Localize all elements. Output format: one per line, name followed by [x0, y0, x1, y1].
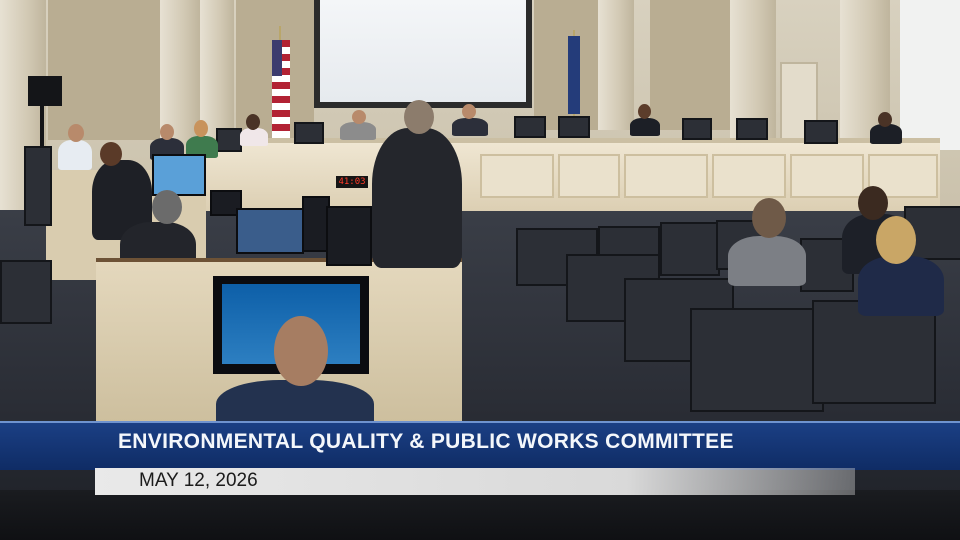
audience-member-head — [876, 216, 916, 264]
projection-screen — [320, 0, 526, 102]
council-chamber-scene: 41:03 ENVIRONMENTAL QUALITY & PUBLIC WOR… — [0, 0, 960, 540]
speaker-head — [404, 100, 434, 134]
state-flag — [568, 36, 580, 114]
council-member-head — [160, 124, 174, 140]
council-member-head — [68, 124, 84, 142]
meeting-date: MAY 12, 2026 — [139, 470, 258, 491]
wall-panel — [48, 0, 160, 140]
staff-monitor — [152, 154, 206, 196]
dais-chair — [514, 116, 546, 138]
dais-chair — [294, 122, 324, 144]
audience-member-head — [858, 186, 888, 220]
council-member-head — [462, 104, 476, 119]
council-member — [870, 124, 902, 144]
council-member-head — [194, 120, 208, 137]
speaker — [372, 128, 462, 268]
dais-chair — [736, 118, 768, 140]
staff-member-head — [152, 190, 182, 224]
us-flag-canton — [272, 40, 282, 76]
wall-panel — [534, 0, 598, 130]
dais-chair — [558, 116, 590, 138]
council-member — [452, 118, 488, 136]
podium-monitor — [236, 208, 304, 254]
office-chair — [24, 146, 52, 226]
council-member — [240, 128, 268, 146]
audience-chair — [690, 308, 824, 412]
council-member — [630, 118, 660, 136]
audience-member-head — [752, 198, 786, 238]
foreground-seats — [0, 490, 960, 540]
window — [900, 0, 960, 150]
office-chair — [0, 260, 52, 324]
video-camera — [28, 76, 62, 106]
council-member — [340, 122, 376, 140]
meeting-title: ENVIRONMENTAL QUALITY & PUBLIC WORKS COM… — [118, 430, 734, 453]
audience-member-head — [274, 316, 328, 386]
council-member-head — [878, 112, 892, 127]
wall-panel — [650, 0, 730, 130]
countdown-timer: 41:03 — [336, 176, 368, 188]
staff-member-head — [100, 142, 122, 166]
dais-chair — [216, 128, 242, 152]
audience-member — [858, 256, 944, 316]
council-member-head — [638, 104, 651, 119]
audience-member — [728, 236, 806, 286]
council-member — [58, 140, 92, 170]
pillar — [598, 0, 634, 130]
dais-chair — [804, 120, 838, 144]
dais-chair — [682, 118, 712, 140]
audience-chair — [660, 222, 720, 276]
council-member-head — [246, 114, 260, 130]
podium-monitor — [326, 206, 372, 266]
council-member-head — [352, 110, 366, 124]
